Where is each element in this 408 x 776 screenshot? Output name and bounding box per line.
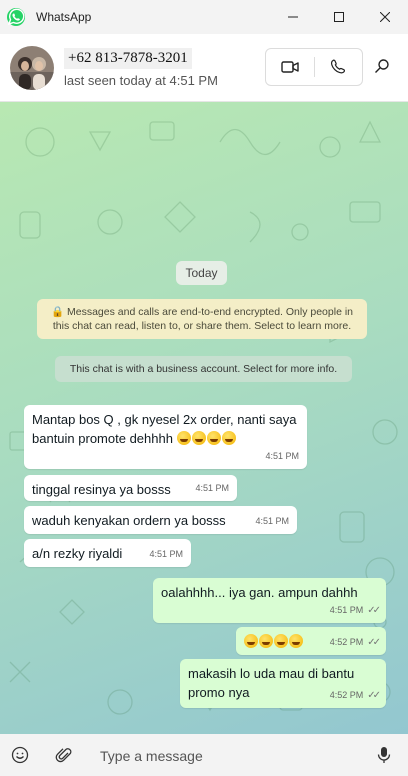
business-account-notice[interactable]: This chat is with a business account. Se… (55, 356, 352, 382)
app-title: WhatsApp (36, 10, 92, 24)
contact-info[interactable]: +62 813-7878-3201 last seen today at 4:5… (64, 47, 218, 88)
search-icon (375, 59, 389, 73)
message-incoming[interactable]: a/n rezky riyaldi 4:51 PM (24, 539, 191, 567)
title-bar: WhatsApp (0, 0, 408, 34)
double-check-icon: ✓✓ (367, 637, 381, 648)
voice-call-button[interactable] (314, 49, 362, 85)
double-check-icon: ✓✓ (367, 605, 381, 616)
microphone-icon (377, 747, 391, 763)
avatar[interactable] (10, 45, 54, 90)
contact-name: +62 813-7878-3201 (64, 47, 192, 69)
laughing-emoji-icon (221, 431, 236, 445)
message-time: 4:51 PM (195, 483, 229, 493)
phone-icon (331, 59, 346, 74)
minimize-button[interactable] (270, 0, 316, 34)
whatsapp-logo-icon (7, 8, 25, 26)
laughing-emoji-icon (176, 431, 191, 445)
message-time: 4:51 PM ✓✓ (329, 605, 381, 616)
message-time: 4:51 PM (255, 516, 289, 526)
message-incoming[interactable]: waduh kenyakan ordern ya bosss 4:51 PM (24, 506, 297, 534)
emoji-button[interactable] (10, 745, 30, 765)
window-controls (270, 0, 408, 34)
message-incoming[interactable]: tinggal resinya ya bosss 4:51 PM (24, 475, 237, 501)
message-composer (0, 734, 408, 776)
minimize-icon (288, 16, 298, 18)
message-text: Mantap bos Q , gk nyesel 2x order, nanti… (32, 412, 297, 446)
message-outgoing[interactable]: makasih lo uda mau di bantu promo nya 4:… (180, 659, 386, 708)
last-seen-status: last seen today at 4:51 PM (64, 72, 218, 88)
grinning-sweat-emoji-icon (244, 634, 258, 648)
close-icon (380, 12, 390, 22)
message-text: waduh kenyakan ordern ya bosss (32, 513, 226, 528)
maximize-button[interactable] (316, 0, 362, 34)
video-camera-icon (281, 61, 299, 73)
voice-message-button[interactable] (374, 745, 394, 765)
video-call-button[interactable] (266, 49, 314, 85)
message-outgoing[interactable]: 4:52 PM ✓✓ (236, 627, 386, 655)
message-time: 4:52 PM ✓✓ (329, 690, 381, 701)
message-outgoing[interactable]: oalahhhh... iya gan. ampun dahhh 4:51 PM… (153, 578, 386, 623)
encryption-notice[interactable]: 🔒 Messages and calls are end-to-end encr… (37, 299, 367, 339)
emoji-icon (11, 746, 29, 764)
close-button[interactable] (362, 0, 408, 34)
search-button[interactable] (374, 58, 394, 78)
call-buttons (265, 48, 363, 86)
laughing-emoji-icon (191, 431, 206, 445)
contact-photo (10, 45, 54, 90)
paperclip-icon (55, 748, 72, 763)
date-pill: Today (176, 261, 227, 285)
message-text: oalahhhh... iya gan. ampun dahhh (161, 585, 358, 600)
maximize-icon (334, 12, 344, 22)
chat-header: +62 813-7878-3201 last seen today at 4:5… (0, 34, 408, 102)
message-incoming[interactable]: Mantap bos Q , gk nyesel 2x order, nanti… (24, 405, 307, 469)
grinning-sweat-emoji-icon (289, 634, 303, 648)
chat-panel[interactable]: Today 🔒 Messages and calls are end-to-en… (0, 102, 408, 734)
message-input[interactable] (100, 746, 360, 766)
message-time: 4:52 PM ✓✓ (329, 637, 381, 648)
grinning-sweat-emoji-icon (259, 634, 273, 648)
grinning-sweat-emoji-icon (274, 634, 288, 648)
double-check-icon: ✓✓ (367, 690, 381, 701)
attach-button[interactable] (54, 745, 74, 765)
message-time: 4:51 PM (149, 549, 183, 559)
message-time: 4:51 PM (265, 451, 299, 461)
laughing-emoji-icon (206, 431, 221, 445)
